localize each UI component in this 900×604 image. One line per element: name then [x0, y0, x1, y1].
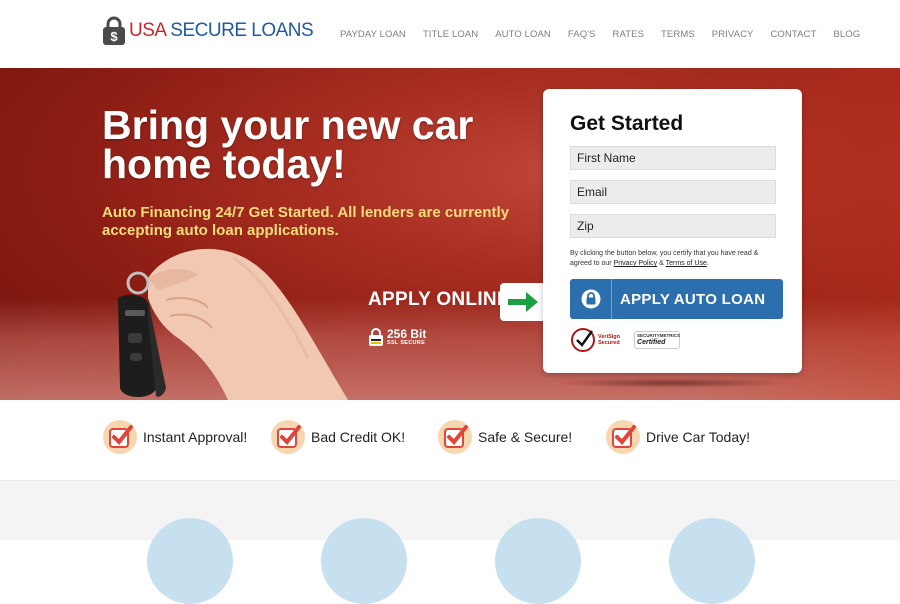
trust-badges: VeriSign Secured SECURITYMETRICS Certifi…: [570, 327, 680, 353]
feature-label: Drive Car Today!: [646, 429, 751, 445]
card-shadow: [555, 378, 787, 388]
verisign-check-icon: [571, 328, 595, 352]
svg-text:$: $: [110, 29, 118, 44]
nav-auto-loan[interactable]: AUTO LOAN: [495, 29, 551, 40]
nav-rates[interactable]: RATES: [613, 29, 644, 40]
feature-label: Instant Approval!: [143, 429, 248, 445]
nav-faqs[interactable]: FAQ'S: [568, 29, 596, 40]
lock-icon: [570, 279, 612, 319]
site-logo[interactable]: $ USA SECURE LOANS: [102, 16, 314, 46]
nav-blog[interactable]: BLOG: [833, 29, 860, 40]
hand-holding-car-key-image: [108, 238, 368, 400]
feature-item: Drive Car Today!: [606, 420, 750, 454]
arrow-right-icon: [500, 283, 544, 321]
privacy-policy-link[interactable]: Privacy Policy: [614, 260, 658, 267]
checkmark-icon: [271, 420, 305, 454]
consent-disclaimer: By clicking the button below, you certif…: [570, 249, 782, 269]
nav-title-loan[interactable]: TITLE LOAN: [423, 29, 478, 40]
checkmark-icon: [103, 420, 137, 454]
site-header: $ USA SECURE LOANS PAYDAY LOAN TITLE LOA…: [0, 0, 900, 68]
section-circle-icon: [495, 518, 581, 604]
disclaimer-end: .: [706, 260, 709, 267]
nav-payday-loan[interactable]: PAYDAY LOAN: [340, 29, 406, 40]
nav-terms[interactable]: TERMS: [661, 29, 695, 40]
ssl-lock-icon: [369, 328, 383, 346]
terms-of-use-link[interactable]: Terms of Use: [666, 260, 707, 267]
ssl-label: SSL SECURE: [387, 339, 426, 346]
section-circle-icon: [321, 518, 407, 604]
feature-label: Bad Credit OK!: [311, 429, 406, 445]
features-strip: Instant Approval! Bad Credit OK! Safe & …: [0, 400, 900, 480]
checkmark-icon: [606, 420, 640, 454]
ssl-secure-badge: 256 Bit SSL SECURE: [368, 327, 426, 347]
zip-field[interactable]: [570, 214, 776, 238]
ssl-bits: 256 Bit: [387, 326, 427, 341]
hero-title: Bring your new car home today!: [102, 102, 474, 187]
securitymetrics-line2: Certified: [637, 339, 666, 346]
apply-auto-loan-button[interactable]: APPLY AUTO LOAN: [570, 279, 783, 319]
apply-auto-loan-label: APPLY AUTO LOAN: [620, 290, 766, 308]
securitymetrics-certified-badge[interactable]: SECURITYMETRICS Certified: [634, 331, 680, 349]
disclaimer-amp: &: [657, 260, 666, 267]
form-title: Get Started: [570, 112, 684, 135]
verisign-line2: Secured: [598, 340, 620, 346]
section-circle-icon: [147, 518, 233, 604]
feature-item: Bad Credit OK!: [271, 420, 405, 454]
logo-text-rest: SECURE LOANS: [165, 20, 314, 41]
nav-privacy[interactable]: PRIVACY: [712, 29, 754, 40]
verisign-secured-badge[interactable]: VeriSign Secured: [570, 327, 620, 353]
apply-online-label: APPLY ONLINE: [368, 289, 510, 310]
checkmark-icon: [438, 420, 472, 454]
get-started-form: Get Started By clicking the button below…: [543, 89, 802, 373]
feature-label: Safe & Secure!: [478, 429, 573, 445]
feature-item: Instant Approval!: [103, 420, 247, 454]
first-name-field[interactable]: [570, 146, 776, 170]
hero-subtitle: Auto Financing 24/7 Get Started. All len…: [102, 204, 510, 239]
logo-text-usa: USA: [129, 20, 166, 41]
nav-contact[interactable]: CONTACT: [770, 29, 816, 40]
info-section: [0, 480, 900, 604]
section-circle-icon: [669, 518, 755, 604]
feature-item: Safe & Secure!: [438, 420, 572, 454]
padlock-dollar-icon: $: [102, 16, 126, 46]
email-field[interactable]: [570, 180, 776, 204]
main-nav: PAYDAY LOAN TITLE LOAN AUTO LOAN FAQ'S R…: [340, 29, 877, 40]
